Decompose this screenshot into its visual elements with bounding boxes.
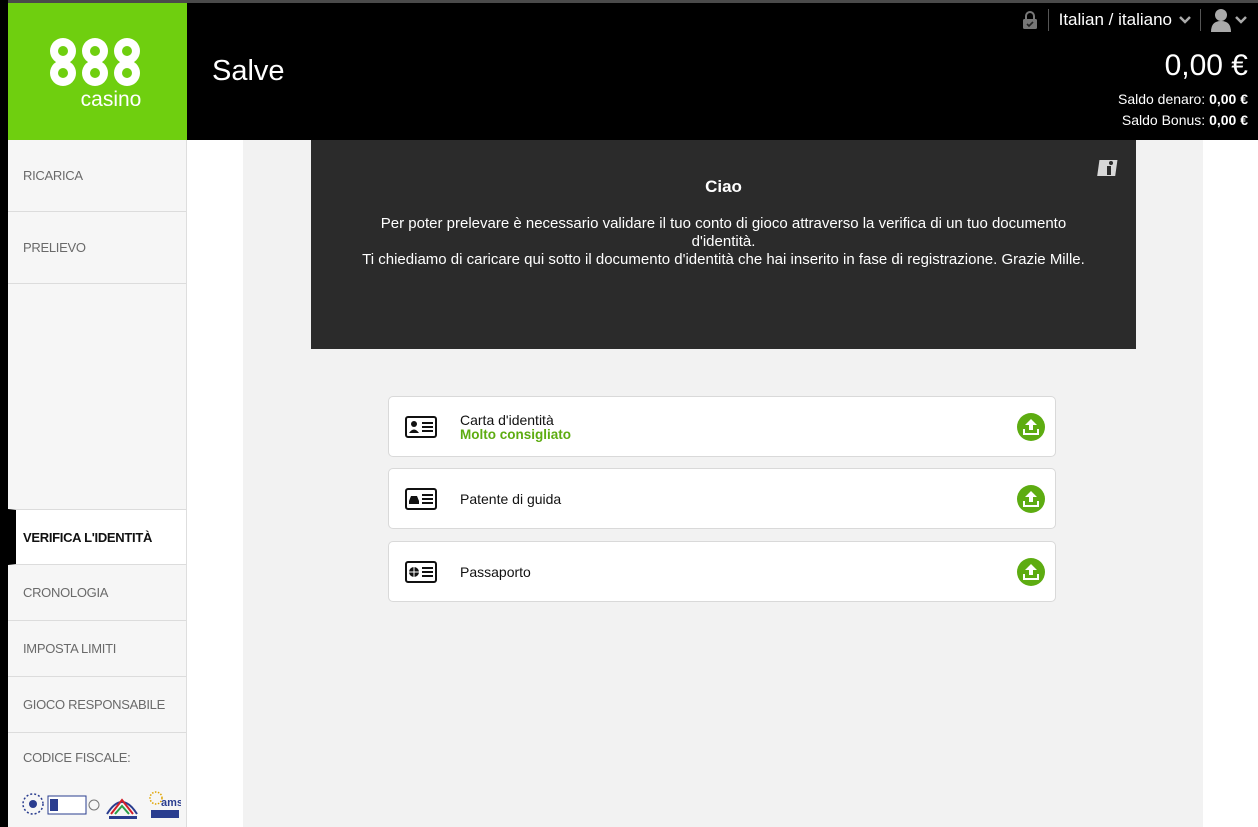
driving-license-icon <box>405 488 437 510</box>
sidebar-item-imposta-limiti[interactable]: IMPOSTA LIMITI <box>8 621 186 677</box>
header-separator <box>1200 9 1201 31</box>
svg-text:ams: ams <box>161 797 181 809</box>
document-row-patente[interactable]: Patente di guida <box>388 468 1056 529</box>
document-row-carta-identita[interactable]: Carta d'identità Molto consigliato <box>388 396 1056 457</box>
left-border <box>0 0 8 827</box>
document-name: Passaporto <box>460 564 531 580</box>
sidebar-item-verifica-identita[interactable]: VERIFICA L'IDENTITÀ <box>8 509 186 565</box>
document-name: Patente di guida <box>460 491 562 507</box>
regulator-logos: ams <box>22 791 181 819</box>
header-bar: Salve Italian / italiano 0,00 € Saldo de <box>187 3 1258 140</box>
passport-icon <box>405 561 437 583</box>
sidebar-item-ricarica[interactable]: RICARICA <box>8 140 186 212</box>
lock-icon <box>1022 11 1037 29</box>
balance-total: 0,00 € <box>1164 49 1248 82</box>
upload-icon[interactable] <box>1017 413 1045 441</box>
document-row-passaporto[interactable]: Passaporto <box>388 541 1056 602</box>
banner-line-2: Ti chiediamo di caricare qui sotto il do… <box>362 251 1085 268</box>
sidebar-item-cronologia[interactable]: CRONOLOGIA <box>8 565 186 621</box>
casino-logo-icon: casino <box>50 38 142 111</box>
saldo-bonus-row: Saldo Bonus: 0,00 € <box>1122 112 1248 128</box>
brand-logo[interactable]: casino <box>8 3 187 140</box>
verification-banner: Ciao Per poter prelevare è necessario va… <box>311 140 1136 349</box>
sidebar: RICARICA PRELIEVO VERIFICA L'IDENTITÀ CR… <box>8 140 187 827</box>
header-topbar: Italian / italiano <box>1022 3 1258 37</box>
sidebar-item-gioco-responsabile[interactable]: GIOCO RESPONSABILE <box>8 677 186 733</box>
upload-icon[interactable] <box>1017 485 1045 513</box>
banner-line-1: Per poter prelevare è necessario validar… <box>380 215 1067 250</box>
id-card-icon <box>405 416 437 438</box>
chevron-down-icon <box>1179 16 1191 24</box>
document-recommendation: Molto consigliato <box>460 427 571 442</box>
banner-message: Per poter prelevare è necessario validar… <box>361 215 1086 269</box>
user-icon <box>1211 9 1231 32</box>
logo-casino-text: casino <box>81 88 142 111</box>
gioco-legale-logo-icon <box>106 798 138 819</box>
header-separator <box>1047 9 1049 31</box>
saldo-denaro-value: 0,00 € <box>1209 91 1248 107</box>
user-menu[interactable] <box>1211 8 1248 32</box>
language-selector[interactable]: Italian / italiano <box>1059 10 1192 30</box>
upload-icon[interactable] <box>1017 558 1045 586</box>
language-label: Italian / italiano <box>1058 10 1172 29</box>
saldo-bonus-value: 0,00 € <box>1209 112 1248 128</box>
greeting-title: Salve <box>212 55 285 87</box>
sidebar-item-prelievo[interactable]: PRELIEVO <box>8 212 186 284</box>
banner-title: Ciao <box>705 177 742 196</box>
chevron-down-icon <box>1235 16 1247 24</box>
saldo-denaro-row: Saldo denaro: 0,00 € <box>1118 91 1248 107</box>
codice-fiscale-label: CODICE FISCALE: <box>23 750 131 765</box>
document-name: Carta d'identità <box>460 412 554 428</box>
aams-logo-icon: ams <box>149 791 181 818</box>
saldo-denaro-label: Saldo denaro: <box>1117 91 1206 107</box>
adm-logo-icon <box>22 793 100 815</box>
saldo-bonus-label: Saldo Bonus: <box>1121 112 1206 128</box>
